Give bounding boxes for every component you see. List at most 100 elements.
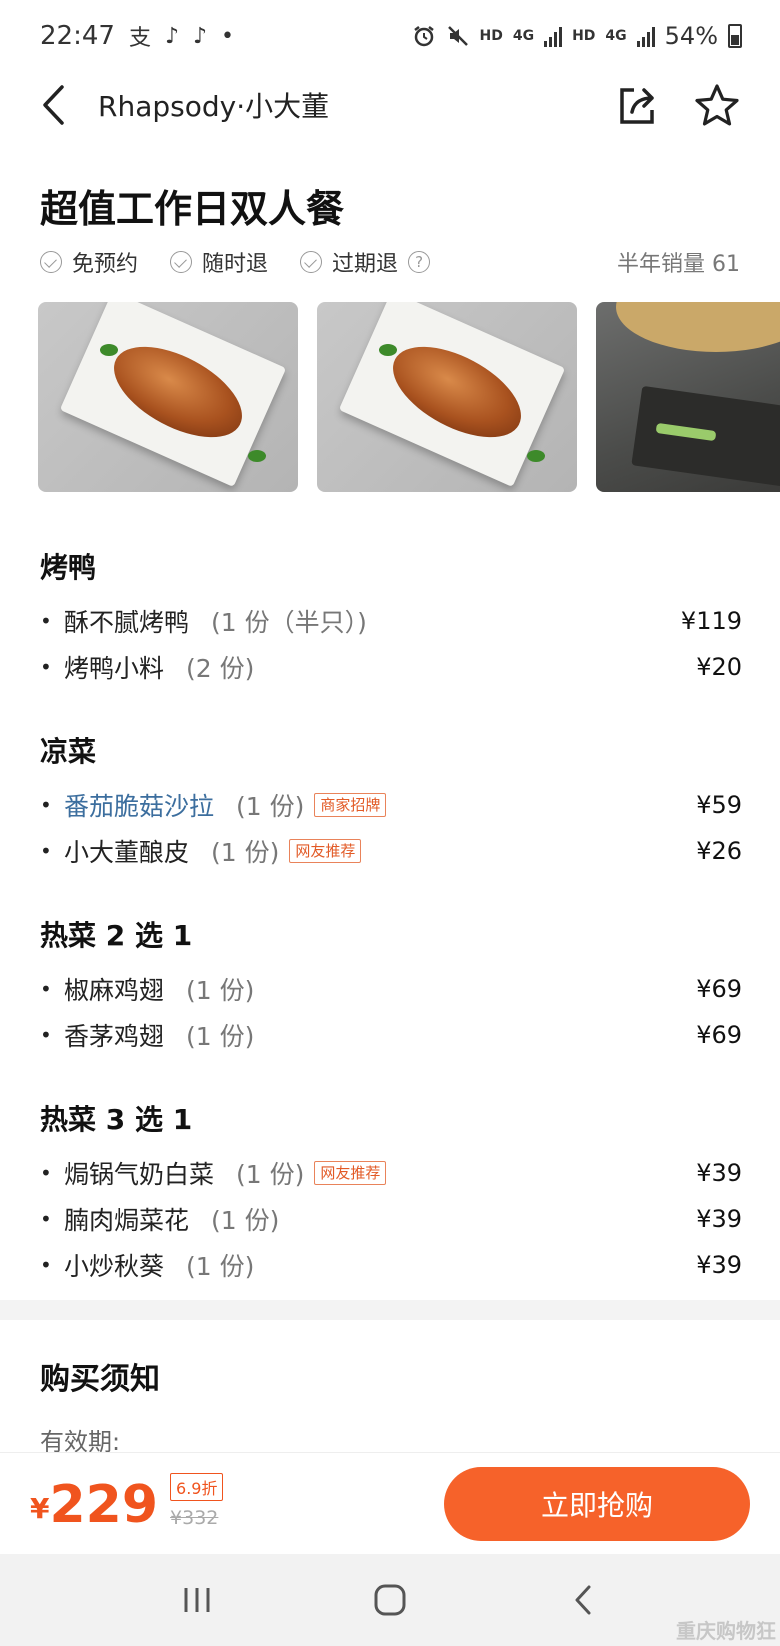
original-price: ¥332 [170,1506,219,1529]
tag-expired-refund: 过期退? [300,246,431,278]
item-badge: 商家招牌 [314,793,387,817]
menu-item: • 小大董酿皮 (1 份) 网友推荐 ¥26 [40,828,742,874]
menu-item[interactable]: • 番茄脆菇沙拉 (1 份) 商家招牌 ¥59 [40,782,742,828]
item-price: ¥39 [696,1205,742,1233]
tag-label: 免预约 [72,252,139,277]
menu-item: • 香茅鸡翅 (1 份) ¥69 [40,1012,742,1058]
sale-price: 229 [49,1474,159,1535]
deal-title: 超值工作日双人餐 [40,187,345,231]
purchase-notice-title: 购买须知 [40,1362,160,1397]
item-name: 小炒秋葵 [64,1252,165,1281]
item-name: 香茅鸡翅 [64,1022,165,1051]
hd-indicator-2: HD [572,28,596,44]
item-name: 小大董酿皮 [64,838,190,867]
item-price: ¥59 [696,791,742,819]
tag-label: 随时退 [202,252,269,277]
status-bar: 22:47 支 ♪ ♪ • HD 4G HD 4G 54% [0,0,780,72]
alarm-icon [413,26,434,47]
network-4g-indicator-2: 4G [605,28,627,44]
item-qty: (1 份) [186,1252,255,1281]
photo-condiments[interactable] [596,302,780,492]
photo-roast-duck-2[interactable] [317,302,577,492]
price-block: ¥ 229 6.9折 ¥332 [30,1472,224,1535]
status-time: 22:47 [40,21,115,51]
item-price: ¥69 [696,975,742,1003]
photo-roast-duck-1[interactable] [38,302,298,492]
item-qty: (1 份) [236,792,305,821]
check-circle-icon [40,251,62,273]
mute-icon [447,26,468,46]
section-title-hot-dishes-2: 热菜 2 选 1 [40,919,193,952]
help-icon[interactable]: ? [408,251,431,273]
recent-apps-icon [184,1588,210,1612]
item-badge: 网友推荐 [314,1161,387,1185]
item-price: ¥39 [696,1159,742,1187]
watermark: 重庆购物狂 [676,1619,776,1643]
item-qty: (1 份) [186,1022,255,1051]
tag-refund-anytime: 随时退 [170,246,268,278]
buy-now-button[interactable]: 立即抢购 [444,1466,750,1541]
item-price: ¥26 [696,837,742,865]
menu-item: • 腩肉焗菜花 (1 份) ¥39 [40,1196,742,1242]
item-name-link[interactable]: 番茄脆菇沙拉 [64,787,214,823]
service-tags: 免预约 随时退 过期退? 半年销量 61 [40,246,740,278]
item-qty: (1 份（半只）) [211,608,367,637]
item-price: ¥119 [680,607,742,635]
menu-item: • 酥不腻烤鸭 (1 份（半只）) ¥119 [40,598,742,644]
item-name: 腩肉焗菜花 [64,1206,190,1235]
home-icon [374,1584,406,1616]
item-qty: (1 份) [211,838,280,867]
tag-no-reservation: 免预约 [40,246,138,278]
item-badge: 网友推荐 [289,839,362,863]
system-back-button[interactable] [553,1575,613,1625]
item-qty: (2 份) [186,654,255,683]
currency-symbol: ¥ [30,1491,50,1525]
battery-percent: 54% [664,22,718,50]
notification-dot-icon: • [221,23,235,49]
sales-count: 半年销量 61 [617,252,740,277]
battery-icon [728,24,742,48]
menu-item: • 焗锅气奶白菜 (1 份) 网友推荐 ¥39 [40,1150,742,1196]
tiktok-lite-icon: ♪ [193,23,208,49]
menu-item: • 小炒秋葵 (1 份) ¥39 [40,1242,742,1288]
section-title-hot-dishes-3: 热菜 3 选 1 [40,1103,193,1136]
home-button[interactable] [360,1575,420,1625]
share-icon [620,88,654,124]
check-circle-icon [170,251,193,273]
page-title: Rhapsody·小大董 [98,90,330,123]
item-price: ¥69 [696,1021,742,1049]
item-name: 烤鸭小料 [64,654,165,683]
check-circle-icon [300,251,323,273]
alipay-icon: 支 [128,26,151,51]
favorite-button[interactable] [694,83,740,127]
top-nav: Rhapsody·小大董 [0,72,780,138]
item-qty: (1 份) [211,1206,280,1235]
back-arrow-icon [43,85,64,125]
item-qty: (1 份) [236,1160,305,1189]
discount-badge: 6.9折 [170,1472,224,1501]
menu-item: • 烤鸭小料 (2 份) ¥20 [40,644,742,690]
system-back-icon [575,1585,591,1615]
recent-apps-button[interactable] [167,1575,227,1625]
network-4g-indicator: 4G [512,28,535,44]
photo-gallery[interactable] [38,302,780,492]
share-button[interactable] [616,84,658,126]
signal-icon-2 [636,25,655,47]
purchase-bar: ¥ 229 6.9折 ¥332 立即抢购 [0,1452,780,1554]
item-name: 酥不腻烤鸭 [64,608,190,637]
item-qty: (1 份) [186,976,255,1005]
section-divider [0,1300,780,1320]
item-price: ¥39 [696,1251,742,1279]
system-nav-bar [0,1554,780,1646]
hd-indicator: HD [479,28,503,44]
section-title-roast-duck: 烤鸭 [40,551,97,584]
item-name: 椒麻鸡翅 [64,976,165,1005]
set-menu: 烤鸭 • 酥不腻烤鸭 (1 份（半只）) ¥119 • 烤鸭小料 (2 份) ¥20 凉菜 … [40,538,742,1288]
star-icon [695,84,739,126]
item-price: ¥20 [696,653,742,681]
section-title-cold-dishes: 凉菜 [40,735,97,768]
tiktok-icon: ♪ [164,23,179,49]
tag-label: 过期退 [332,252,399,277]
item-name: 焗锅气奶白菜 [64,1160,215,1189]
back-button[interactable] [40,83,80,127]
